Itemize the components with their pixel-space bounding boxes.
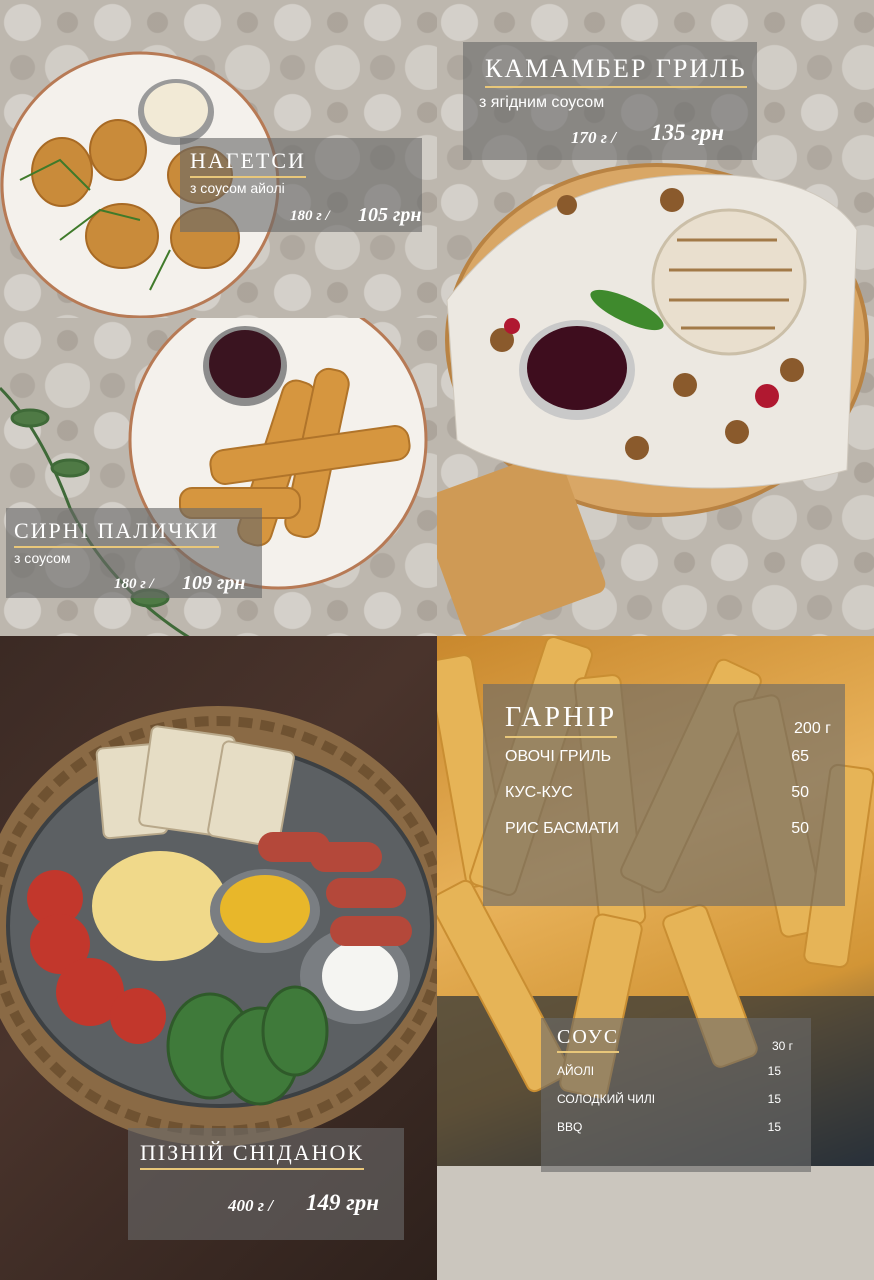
sticks-title: СИРНІ ПАЛИЧКИ [14,518,219,548]
sauce-item-name: СОЛОДКИЙ ЧИЛІ [557,1092,656,1106]
brunch-weight: 400 г / [228,1196,273,1215]
camembert-title: КАМАМБЕР ГРИЛЬ [485,54,747,88]
sauce-item: СОЛОДКИЙ ЧИЛІ 15 [557,1092,781,1106]
nuggets-price: 105 грн [358,204,422,226]
sauce-label-box: СОУС 30 г АЙОЛІ 15 СОЛОДКИЙ ЧИЛІ 15 BBQ … [541,1018,811,1172]
garnish-title: ГАРНІР [505,702,618,738]
sauce-item-name: АЙОЛІ [557,1064,595,1078]
sticks-price: 109 грн [182,572,246,594]
sauce-item-price: 15 [767,1092,781,1106]
sticks-panel: СИРНІ ПАЛИЧКИ з соусом 180 г / 109 грн [0,318,437,636]
garnish-item: КУС-КУС 50 [505,784,809,802]
garnish-item-name: КУС-КУС [505,784,573,801]
camembert-price: 135 грн [651,120,725,145]
garnish-item-price: 50 [791,784,809,801]
sauce-item: АЙОЛІ 15 [557,1064,781,1078]
sticks-label-box: СИРНІ ПАЛИЧКИ з соусом 180 г / 109 грн [6,508,262,598]
nuggets-panel: НАГЕТСИ з соусом айолі 180 г / 105 грн [0,0,437,318]
sauce-unit: 30 г [771,1039,793,1053]
sauce-item-price: 15 [767,1120,781,1134]
sauce-item: BBQ 15 [557,1120,781,1134]
camembert-weight: 170 г / [571,128,616,147]
brunch-price: 149 грн [306,1190,380,1215]
camembert-panel: КАМАМБЕР ГРИЛЬ з ягідним соусом 170 г / … [437,0,874,636]
brunch-title: ПІЗНІЙ СНІДАНОК [140,1140,365,1170]
garnish-item-name: ОВОЧІ ГРИЛЬ [505,748,612,765]
garnish-item: ОВОЧІ ГРИЛЬ 65 [505,748,809,766]
sauce-title: СОУС [557,1026,620,1053]
camembert-label-box: КАМАМБЕР ГРИЛЬ з ягідним соусом 170 г / … [463,42,757,160]
nuggets-label-box: НАГЕТСИ з соусом айолі 180 г / 105 грн [180,138,422,232]
garnish-label-box: ГАРНІР 200 г ОВОЧІ ГРИЛЬ 65 КУС-КУС 50 Р… [483,684,845,906]
garnish-item-price: 50 [791,820,809,837]
garnish-item-name: РИС БАСМАТИ [505,820,620,837]
sticks-subtitle: з соусом [14,550,71,566]
brunch-label-box: ПІЗНІЙ СНІДАНОК 400 г / 149 грн [128,1128,404,1240]
garnish-item-price: 65 [791,748,809,765]
camembert-subtitle: з ягідним соусом [479,94,605,111]
nuggets-weight: 180 г / [290,208,330,224]
brunch-panel: ПІЗНІЙ СНІДАНОК 400 г / 149 грн [0,636,437,1280]
sauce-item-name: BBQ [557,1120,583,1134]
nuggets-title: НАГЕТСИ [190,148,306,178]
nuggets-subtitle: з соусом айолі [190,180,285,196]
sticks-weight: 180 г / [114,576,154,592]
garnish-unit: 200 г [794,720,831,737]
garnish-item: РИС БАСМАТИ 50 [505,820,809,838]
sauce-item-price: 15 [767,1064,781,1078]
fries-panel: ГАРНІР 200 г ОВОЧІ ГРИЛЬ 65 КУС-КУС 50 Р… [437,636,874,1280]
